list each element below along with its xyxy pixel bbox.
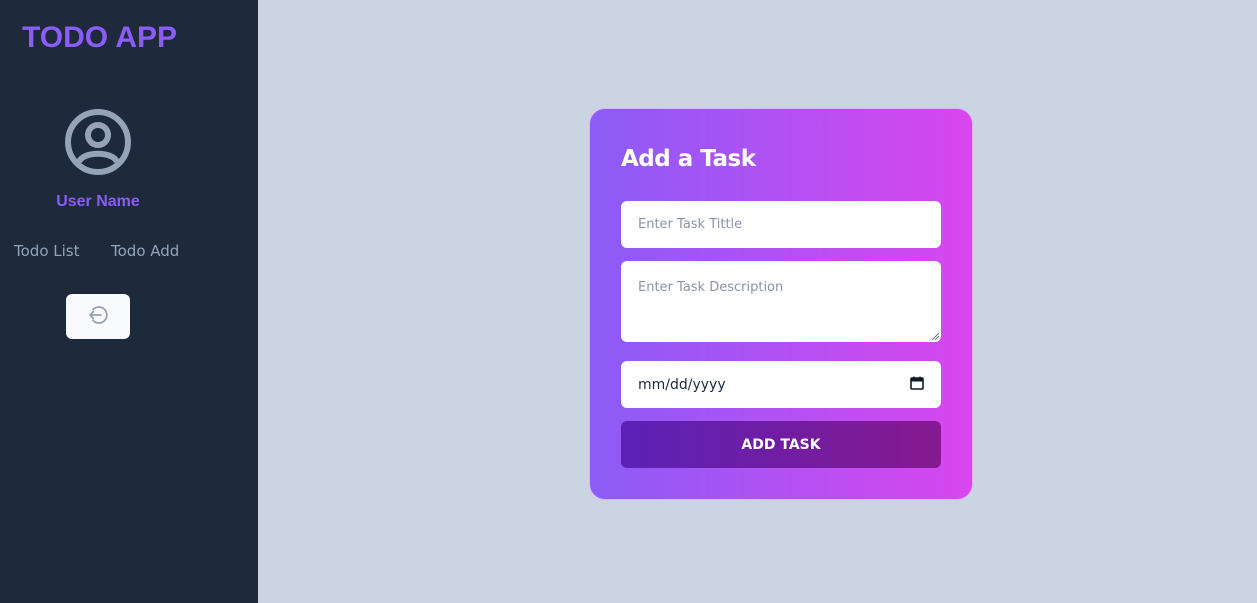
date-value: mm/dd/yyyy [638, 376, 726, 393]
add-task-button[interactable]: ADD TASK [621, 421, 941, 468]
nav-todo-add[interactable]: Todo Add [111, 242, 179, 260]
calendar-icon[interactable] [910, 376, 924, 394]
user-avatar-icon [63, 107, 133, 177]
task-title-input[interactable] [621, 201, 941, 248]
app-title: TODO APP [22, 21, 178, 54]
task-date-input[interactable]: mm/dd/yyyy [621, 361, 941, 408]
sidebar: TODO APP User Name Todo List Todo Add [0, 0, 258, 603]
form-heading: Add a Task [621, 146, 756, 172]
resize-grip-icon[interactable] [931, 332, 939, 340]
add-task-card: Add a Task mm/dd/yyyy ADD TASK [589, 108, 973, 500]
description-wrapper [621, 261, 941, 342]
logout-icon [86, 303, 110, 330]
logout-button[interactable] [66, 294, 130, 339]
user-name: User Name [56, 193, 140, 210]
task-description-input[interactable] [621, 261, 941, 342]
nav-todo-list[interactable]: Todo List [14, 242, 79, 260]
